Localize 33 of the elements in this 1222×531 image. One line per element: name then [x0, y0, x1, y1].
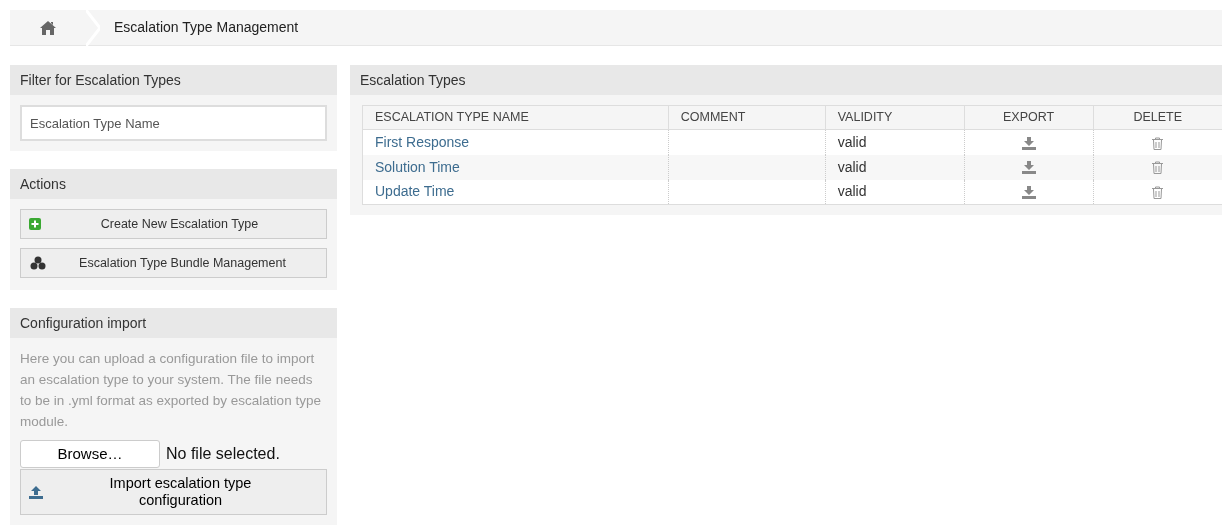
panel-header: Filter for Escalation Types: [10, 65, 337, 95]
trash-icon[interactable]: [1152, 136, 1164, 150]
type-link[interactable]: Update Time: [375, 183, 455, 200]
type-link[interactable]: First Response: [375, 133, 470, 150]
panel-header: Configuration import: [10, 308, 337, 338]
bundle-button[interactable]: Escalation Type Bundle Management: [20, 248, 327, 278]
home-icon[interactable]: [40, 20, 56, 35]
upload-icon: [29, 485, 43, 499]
validity-value: valid: [837, 183, 867, 200]
cubes-icon: [29, 256, 47, 270]
download-icon[interactable]: [1021, 186, 1036, 200]
download-icon[interactable]: [1021, 136, 1036, 150]
page-title: Escalation Type Management: [114, 18, 299, 37]
file-status: No file selected.: [166, 444, 280, 464]
column-header: DELETE: [1093, 105, 1222, 130]
trash-icon[interactable]: [1152, 161, 1164, 175]
import-description: Here you can upload a configuration file to import an escalation type to your system. The file needs to be in .yml format as exported by escalation type module.: [20, 350, 322, 431]
import-button[interactable]: Import escalation type configuration: [20, 469, 327, 515]
filter-field[interactable]: Escalation Type Name: [20, 105, 327, 141]
validity-value: valid: [837, 158, 867, 175]
panel-header: Actions: [10, 169, 337, 199]
download-icon[interactable]: [1021, 161, 1036, 175]
type-link[interactable]: Solution Time: [375, 158, 460, 175]
browse-button[interactable]: Browse…: [20, 440, 160, 468]
validity-value: valid: [837, 133, 867, 150]
plus-icon: [29, 218, 41, 230]
column-header: EXPORT: [964, 105, 1094, 130]
column-header: COMMENT: [668, 105, 826, 130]
panel-header: Escalation Types: [350, 65, 1222, 95]
create-button[interactable]: Create New Escalation Type: [20, 209, 327, 239]
column-header: ESCALATION TYPE NAME: [362, 105, 669, 130]
trash-icon[interactable]: [1152, 186, 1164, 200]
column-header: VALIDITY: [825, 105, 965, 130]
